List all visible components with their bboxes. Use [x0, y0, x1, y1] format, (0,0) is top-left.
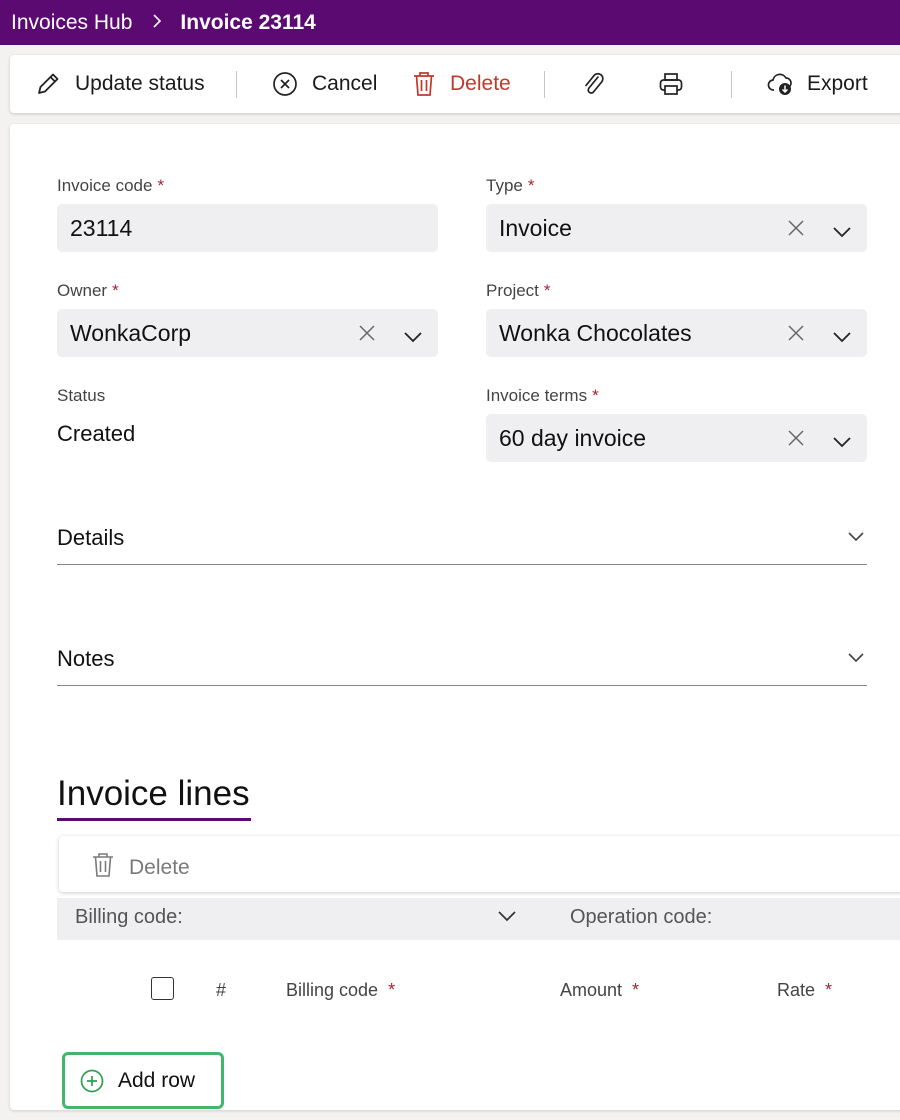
type-value: Invoice: [499, 214, 572, 241]
owner-label: Owner *: [57, 281, 119, 300]
notes-section-header[interactable]: Notes: [57, 646, 867, 686]
delete-label: Delete: [450, 72, 511, 95]
cancel-circle-icon: [272, 71, 298, 97]
update-status-label: Update status: [75, 72, 205, 95]
pencil-icon: [35, 71, 61, 97]
close-icon[interactable]: [786, 322, 806, 349]
toolbar-divider: [236, 71, 237, 98]
operation-code-filter[interactable]: Operation code:: [570, 906, 712, 929]
invoice-form-panel: Invoice code * 23114 Type * Invoice Owner *…: [10, 124, 900, 1110]
lines-delete-button[interactable]: Delete: [91, 852, 190, 884]
notes-section-title: Notes: [57, 646, 115, 671]
type-label: Type *: [486, 176, 535, 195]
invoice-lines-filter-bar: Billing code: Operation code:: [57, 898, 900, 940]
chevron-down-icon[interactable]: [847, 650, 865, 669]
trash-icon: [412, 71, 436, 97]
details-section-header[interactable]: Details: [57, 525, 867, 565]
select-all-checkbox[interactable]: [151, 977, 174, 1000]
details-section-title: Details: [57, 525, 125, 550]
chevron-down-icon[interactable]: [832, 429, 852, 456]
delete-button[interactable]: Delete: [412, 55, 511, 113]
export-label: Export: [807, 72, 868, 95]
invoice-code-field[interactable]: 23114: [57, 204, 438, 252]
cloud-download-icon: [767, 71, 795, 97]
close-icon[interactable]: [786, 217, 806, 244]
breadcrumb: Invoices Hub Invoice 23114: [0, 0, 900, 45]
invoice-lines-underline: [57, 818, 251, 821]
chevron-right-icon: [153, 14, 162, 28]
chevron-down-icon[interactable]: [847, 529, 865, 548]
invoice-lines-toolbar: Delete: [59, 836, 900, 892]
attach-button[interactable]: [582, 55, 606, 113]
plus-circle-icon: [80, 1069, 104, 1092]
column-header-number: #: [216, 980, 227, 1000]
command-toolbar: Update status Cancel Delete Export: [10, 55, 900, 113]
project-select[interactable]: Wonka Chocolates: [486, 309, 867, 357]
toolbar-divider: [544, 71, 545, 98]
invoice-terms-label: Invoice terms *: [486, 386, 599, 405]
column-header-rate[interactable]: Rate *: [777, 980, 832, 1001]
owner-value: WonkaCorp: [70, 319, 192, 346]
print-button[interactable]: [658, 55, 684, 113]
type-select[interactable]: Invoice: [486, 204, 867, 252]
column-header-billing-code[interactable]: Billing code *: [286, 980, 395, 1001]
project-value: Wonka Chocolates: [499, 319, 692, 346]
invoice-terms-select[interactable]: 60 day invoice: [486, 414, 867, 462]
chevron-down-icon[interactable]: [497, 907, 517, 930]
page-title: Invoice 23114: [180, 10, 316, 34]
billing-code-filter[interactable]: Billing code:: [75, 906, 183, 929]
invoice-code-label: Invoice code *: [57, 176, 165, 195]
project-label: Project *: [486, 281, 551, 300]
print-icon: [658, 71, 684, 97]
cancel-button[interactable]: Cancel: [272, 55, 377, 113]
column-header-amount[interactable]: Amount *: [560, 980, 639, 1001]
add-row-label: Add row: [118, 1068, 196, 1092]
close-icon[interactable]: [786, 427, 806, 454]
close-icon[interactable]: [357, 322, 377, 349]
lines-delete-label: Delete: [129, 856, 190, 879]
paperclip-icon: [582, 71, 606, 97]
add-row-button[interactable]: Add row: [62, 1052, 224, 1109]
trash-icon: [91, 852, 115, 884]
update-status-button[interactable]: Update status: [35, 55, 205, 113]
export-button[interactable]: Export: [767, 55, 868, 113]
invoice-terms-value: 60 day invoice: [499, 424, 647, 451]
status-value: Created: [57, 421, 136, 446]
toolbar-divider: [731, 71, 732, 98]
chevron-down-icon[interactable]: [832, 324, 852, 351]
chevron-down-icon[interactable]: [403, 324, 423, 351]
breadcrumb-root-link[interactable]: Invoices Hub: [11, 11, 132, 35]
invoice-code-value: 23114: [70, 214, 133, 241]
chevron-down-icon[interactable]: [832, 219, 852, 246]
cancel-label: Cancel: [312, 72, 378, 95]
invoice-lines-title: Invoice lines: [57, 774, 250, 813]
owner-select[interactable]: WonkaCorp: [57, 309, 438, 357]
status-label: Status: [57, 386, 106, 405]
breadcrumb-separator: [152, 12, 162, 33]
